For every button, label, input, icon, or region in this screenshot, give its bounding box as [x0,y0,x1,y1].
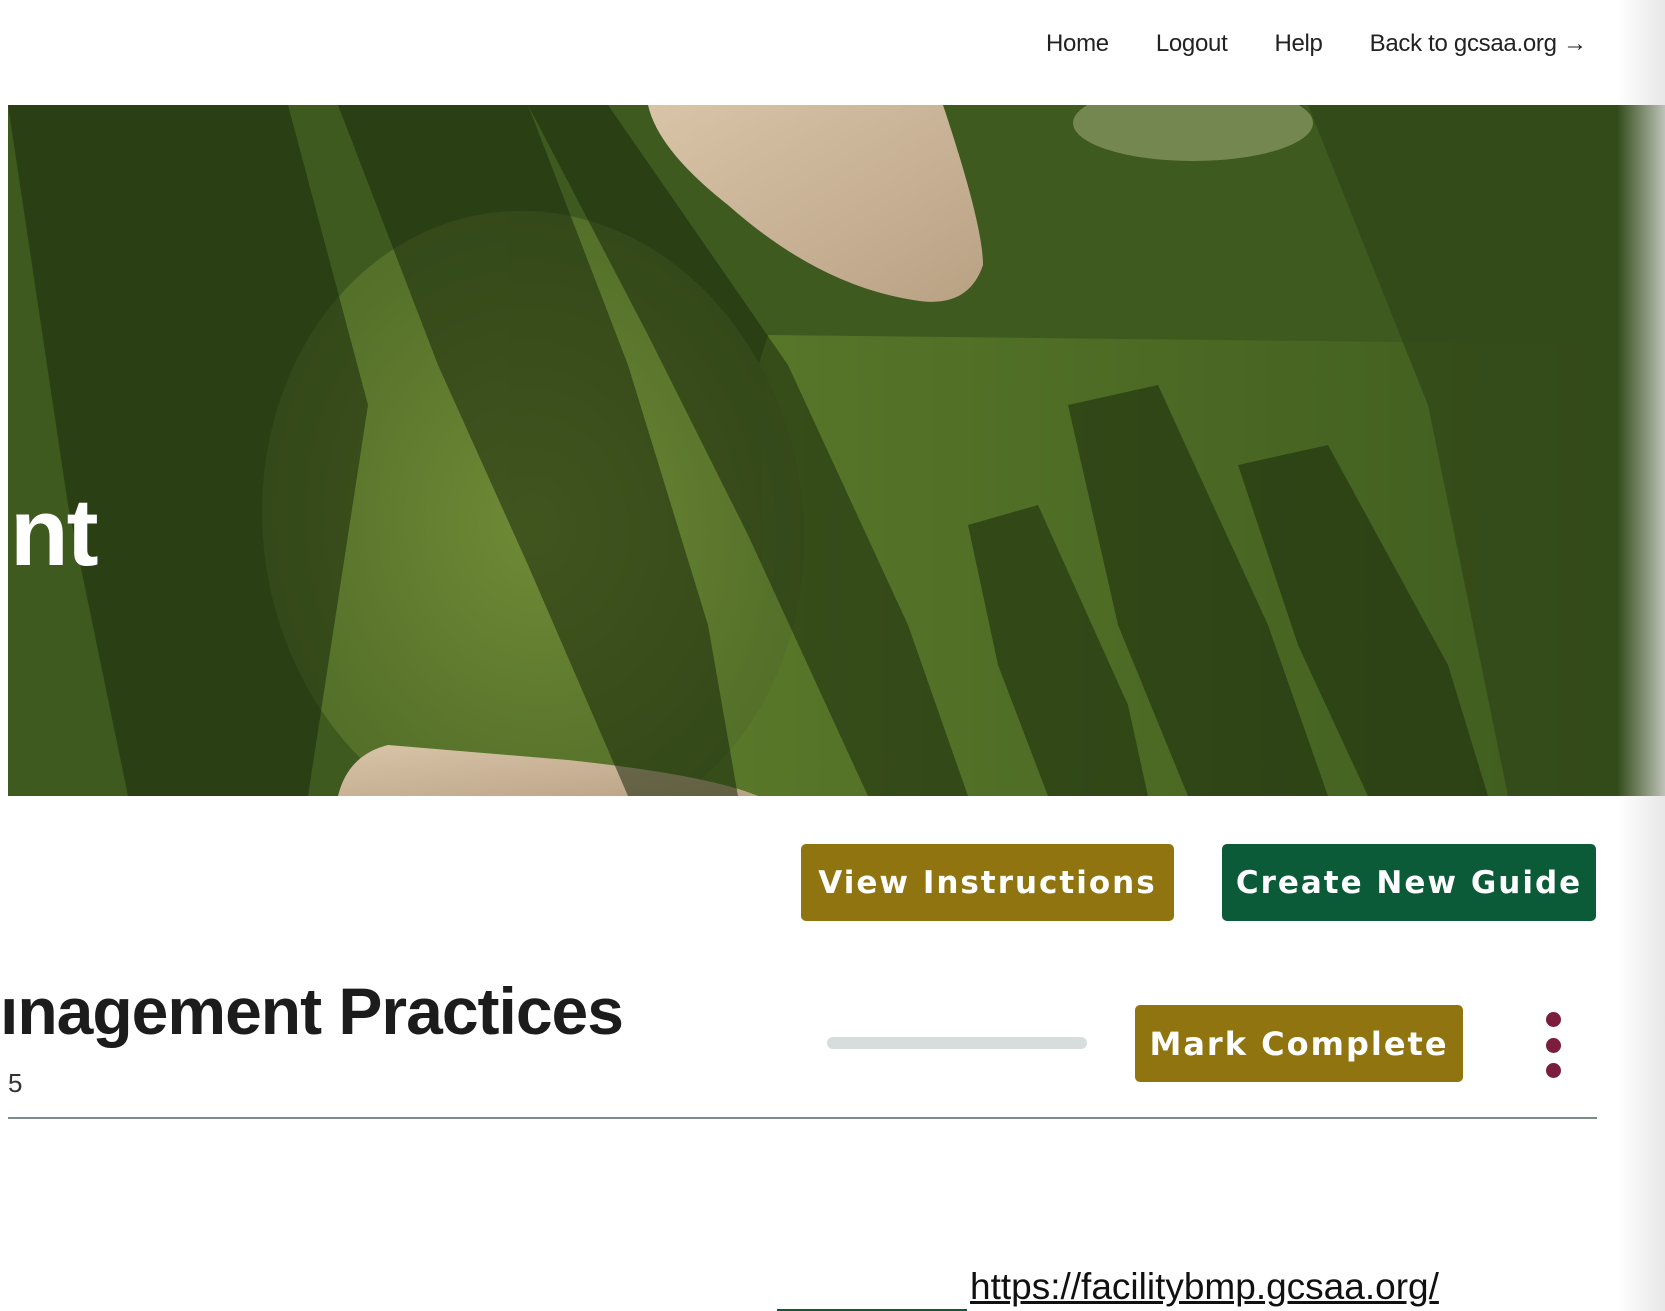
mark-complete-button[interactable]: Mark Complete [1135,1005,1463,1082]
section-divider [8,1117,1597,1119]
more-vertical-icon[interactable] [1539,1012,1567,1078]
nav-back-to-gcsaa-link[interactable]: Back to gcsaa.org → [1370,30,1587,58]
site-url-link[interactable]: https://facilitybmp.gcsaa.org/ [970,1268,1439,1305]
nav-home-link[interactable]: Home [1046,30,1109,58]
golf-course-aerial-image [8,105,1665,796]
create-new-guide-button[interactable]: Create New Guide [1222,844,1596,921]
kebab-dot [1545,1037,1561,1053]
nav-logout-link[interactable]: Logout [1156,30,1228,58]
guide-progress-bar [827,1037,1087,1049]
top-navigation: Home Logout Help Back to gcsaa.org → [1046,30,1587,58]
guide-title: ınagement Practices [0,974,624,1048]
nav-help-link[interactable]: Help [1274,30,1322,58]
hero-banner: nt [8,105,1665,796]
view-instructions-button[interactable]: View Instructions [801,844,1174,921]
kebab-dot [1545,1012,1561,1027]
guide-subtitle: 5 [8,1068,23,1098]
kebab-dot [1545,1063,1561,1078]
hero-title: nt [10,479,99,586]
